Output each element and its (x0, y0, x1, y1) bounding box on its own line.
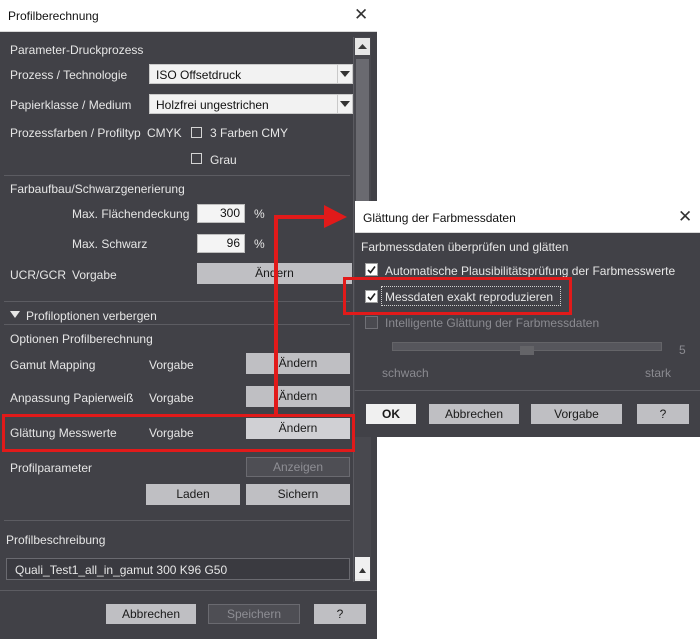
paperwhite-change-button[interactable]: Ändern (246, 386, 350, 407)
divider (355, 390, 700, 391)
gamut-change-button[interactable]: Ändern (246, 353, 350, 374)
show-button[interactable]: Anzeigen (246, 457, 350, 477)
checkmark-icon (367, 266, 376, 274)
paper-value: Holzfrei ungestrichen (156, 98, 269, 112)
close-icon[interactable]: ✕ (354, 6, 368, 23)
three-colors-checkbox[interactable] (191, 127, 202, 138)
divider (4, 301, 350, 302)
arrow-head-icon (324, 205, 347, 228)
paper-select[interactable]: Holzfrei ungestrichen (149, 94, 353, 114)
three-colors-label: 3 Farben CMY (210, 126, 289, 140)
auto-check-label: Automatische Plausibilitätsprüfung der F… (385, 264, 676, 278)
arrow-line-horizontal (274, 215, 326, 219)
load-button[interactable]: Laden (146, 484, 240, 505)
dialog-cancel-button[interactable]: Abbrechen (429, 404, 519, 424)
gamut-value: Vorgabe (149, 358, 194, 372)
options-title: Optionen Profilberechnung (10, 332, 153, 346)
close-icon[interactable]: ✕ (678, 208, 692, 225)
help-button[interactable]: ? (314, 604, 366, 624)
slider-value: 5 (679, 343, 686, 357)
max-black-unit: % (254, 237, 265, 251)
window-title: Profilberechnung (8, 9, 99, 23)
paper-label: Papierklasse / Medium (10, 98, 132, 112)
highlight-box-smoothing (2, 414, 355, 452)
profile-options-label[interactable]: Profiloptionen verbergen (26, 309, 157, 323)
max-black-label: Max. Schwarz (72, 237, 148, 251)
scroll-up-button[interactable] (355, 38, 370, 55)
process-label: Prozess / Technologie (10, 68, 128, 82)
description-input[interactable]: Quali_Test1_all_in_gamut 300 K96 G50 (6, 558, 350, 580)
auto-check-checkbox[interactable] (365, 263, 378, 276)
process-select[interactable]: ISO Offsetdruck (149, 64, 353, 84)
section-param-title: Parameter-Druckprozess (10, 43, 144, 57)
store-button[interactable]: Speichern (208, 604, 300, 624)
divider (4, 175, 350, 176)
dialog-help-button[interactable]: ? (637, 404, 689, 424)
ucr-value: Vorgabe (72, 268, 117, 282)
description-label: Profilbeschreibung (6, 533, 106, 547)
process-colors-label: Prozessfarben / Profiltyp (10, 126, 141, 140)
dialog-title: Glättung der Farbmessdaten (363, 211, 516, 225)
profile-params-label: Profilparameter (10, 461, 93, 475)
highlight-box-exact (343, 277, 572, 315)
ucr-label: UCR/GCR (10, 268, 66, 282)
section-farbaufbau-title: Farbaufbau/Schwarzgenerierung (10, 182, 185, 196)
strong-label: stark (645, 366, 672, 380)
titlebar: Profilberechnung ✕ (0, 0, 377, 32)
divider (4, 324, 350, 325)
chevron-down-icon[interactable] (337, 95, 352, 113)
paperwhite-value: Vorgabe (149, 391, 194, 405)
ok-button[interactable]: OK (366, 404, 416, 424)
smart-checkbox[interactable] (365, 316, 378, 329)
max-area-unit: % (254, 207, 265, 221)
weak-label: schwach (382, 366, 429, 380)
cancel-button[interactable]: Abbrechen (106, 604, 196, 624)
slider-thumb[interactable] (520, 346, 534, 355)
chevron-down-icon[interactable] (337, 65, 352, 83)
divider (4, 520, 350, 521)
max-area-label: Max. Flächendeckung (72, 207, 190, 221)
arrow-line-vertical (274, 215, 278, 417)
process-value: ISO Offsetdruck (156, 68, 242, 82)
gray-label: Grau (210, 153, 237, 167)
dialog-titlebar: Glättung der Farbmessdaten ✕ (355, 201, 700, 233)
profile-calculation-window: Profilberechnung ✕ Parameter-Druckprozes… (0, 0, 377, 639)
divider (0, 590, 377, 591)
description-scroll[interactable] (355, 557, 370, 579)
max-black-input[interactable]: 96 (197, 234, 245, 253)
dialog-heading: Farbmessdaten überprüfen und glätten (361, 240, 569, 254)
smoothing-dialog: Glättung der Farbmessdaten ✕ Farbmessdat… (355, 201, 700, 437)
paperwhite-label: Anpassung Papierweiß (10, 391, 134, 405)
description-value: Quali_Test1_all_in_gamut 300 K96 G50 (15, 563, 228, 577)
smart-label: Intelligente Glättung der Farbmessdaten (385, 316, 600, 330)
cmyk-label: CMYK (147, 126, 182, 140)
gray-checkbox[interactable] (191, 153, 202, 164)
save-params-button[interactable]: Sichern (246, 484, 350, 505)
max-area-input[interactable]: 300 (197, 204, 245, 223)
triangle-down-icon[interactable] (10, 311, 20, 319)
default-button[interactable]: Vorgabe (531, 404, 622, 424)
gamut-label: Gamut Mapping (10, 358, 96, 372)
